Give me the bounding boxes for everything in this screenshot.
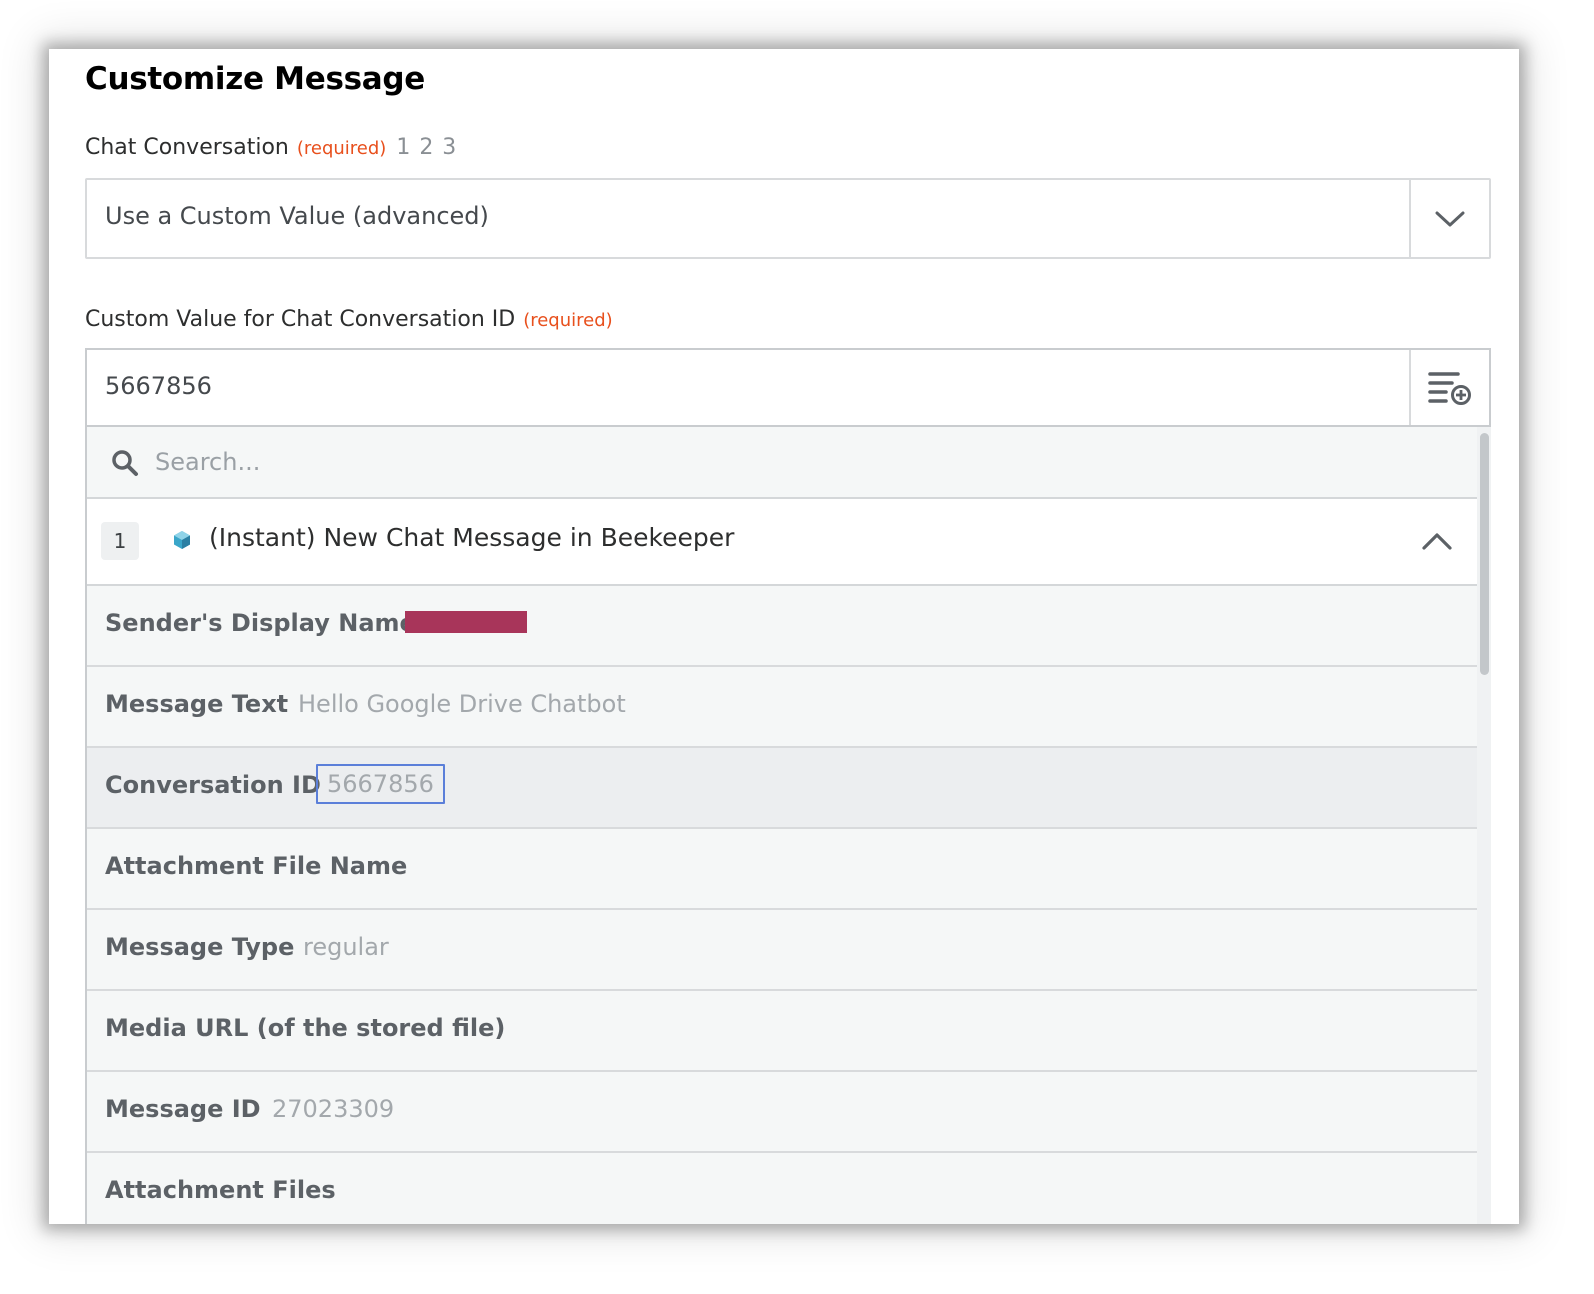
field-name: Media URL (of the stored file): [105, 1014, 506, 1042]
search-icon: [112, 450, 138, 476]
source-steps: 1 2 3: [396, 135, 458, 160]
search-input[interactable]: [155, 441, 855, 483]
scrollbar-thumb[interactable]: [1480, 433, 1489, 675]
insert-data-button[interactable]: [1409, 350, 1489, 426]
chevron-up-icon[interactable]: [1421, 527, 1453, 555]
field-row-conversation-id[interactable]: Conversation ID 5667856: [87, 748, 1477, 829]
redacted-value: [405, 611, 527, 633]
field-name: Message ID: [105, 1095, 261, 1123]
dropdown-toggle-button[interactable]: [1409, 180, 1489, 257]
field-value: Hello Google Drive Chatbot: [298, 690, 626, 718]
field-name: Message Text: [105, 690, 289, 718]
field-row-senders-display-name[interactable]: Sender's Display Name: [87, 586, 1477, 667]
custom-value-text: 5667856: [105, 372, 212, 400]
required-indicator: (required): [523, 310, 613, 331]
field-row-message-text[interactable]: Message Text Hello Google Drive Chatbot: [87, 667, 1477, 748]
field-name: Conversation ID: [105, 771, 321, 799]
field-name: Attachment File Name: [105, 852, 408, 880]
select-value: Use a Custom Value (advanced): [105, 202, 489, 230]
field-row-message-type[interactable]: Message Type regular: [87, 910, 1477, 991]
chat-conversation-label-text: Chat Conversation: [85, 135, 289, 160]
field-name: Attachment Files: [105, 1176, 336, 1204]
field-row-attachment-file-name[interactable]: Attachment File Name: [87, 829, 1477, 910]
data-picker-dropdown: 1 (Instant) New Chat Message in Beekeepe…: [85, 425, 1491, 1224]
field-name: Sender's Display Name: [105, 609, 416, 637]
field-row-media-url[interactable]: Media URL (of the stored file): [87, 991, 1477, 1072]
field-value: 27023309: [272, 1095, 395, 1123]
search-bar: [87, 427, 1477, 499]
field-value-selected: 5667856: [316, 764, 445, 804]
custom-value-input[interactable]: 5667856: [85, 348, 1491, 426]
field-row-attachment-files[interactable]: Attachment Files: [87, 1153, 1477, 1224]
custom-value-label: Custom Value for Chat Conversation ID (r…: [85, 307, 613, 332]
chat-conversation-select[interactable]: Use a Custom Value (advanced): [85, 178, 1491, 259]
chevron-down-icon: [1435, 211, 1465, 226]
field-value: regular: [303, 933, 389, 961]
step-number-badge: 1: [101, 522, 139, 560]
customize-message-panel: Customize Message Chat Conversation (req…: [49, 49, 1519, 1224]
required-indicator: (required): [296, 138, 387, 159]
dropdown-scrollbar[interactable]: [1477, 427, 1491, 1224]
panel-title: Customize Message: [85, 61, 425, 97]
chat-conversation-label: Chat Conversation (required) 1 2 3: [85, 135, 457, 160]
field-name: Message Type: [105, 933, 295, 961]
custom-value-label-text: Custom Value for Chat Conversation ID: [85, 307, 516, 332]
step-title: (Instant) New Chat Message in Beekeeper: [209, 523, 735, 552]
beekeeper-app-icon: [174, 531, 190, 549]
field-row-message-id[interactable]: Message ID 27023309: [87, 1072, 1477, 1153]
step-header[interactable]: 1 (Instant) New Chat Message in Beekeepe…: [87, 499, 1477, 586]
insert-data-icon: [1428, 372, 1471, 405]
